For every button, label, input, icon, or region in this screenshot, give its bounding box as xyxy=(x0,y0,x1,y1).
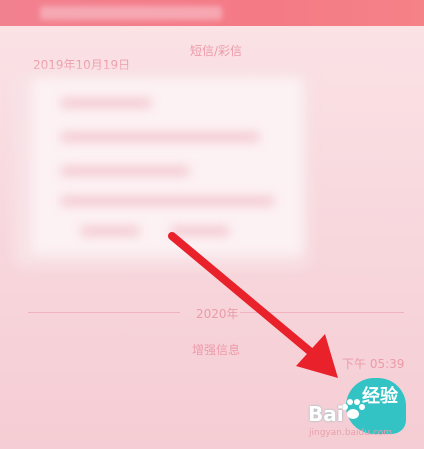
watermark-brand: Bai xyxy=(308,402,344,426)
watermark-brand-cn: 经验 xyxy=(362,386,398,407)
watermark-url: jingyan.baidu.com xyxy=(309,428,393,438)
